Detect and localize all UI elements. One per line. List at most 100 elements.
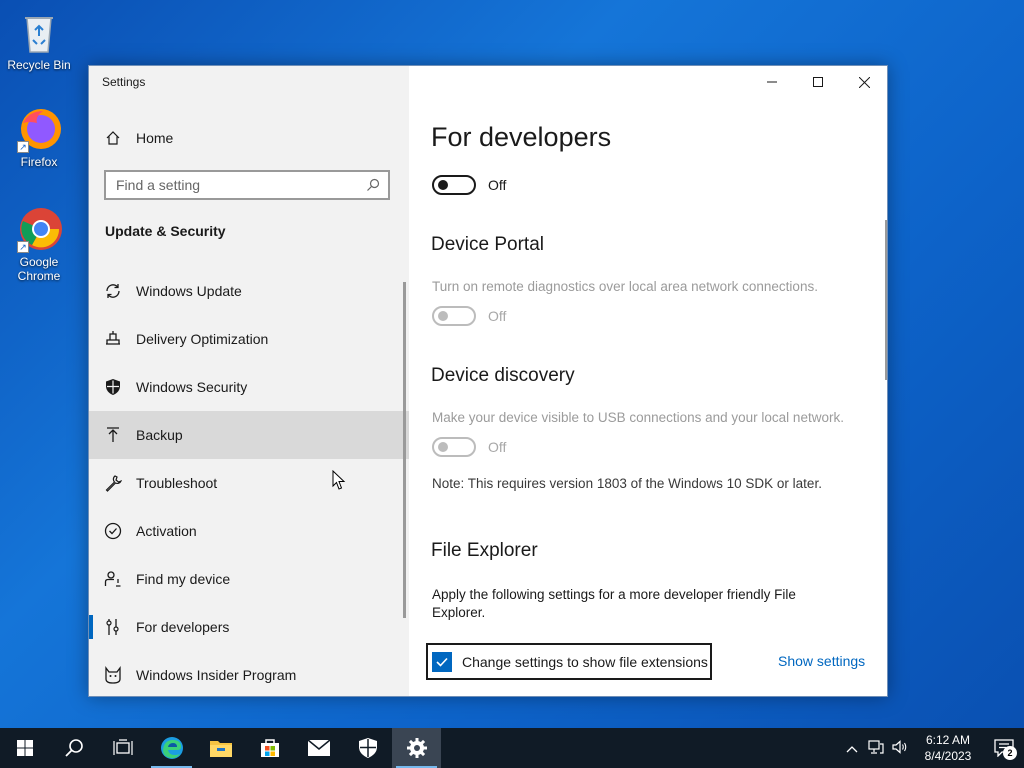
refresh-icon	[104, 282, 122, 300]
edge-icon	[160, 737, 183, 759]
notification-badge: 2	[1003, 746, 1017, 760]
backup-arrow-icon	[104, 426, 122, 444]
checkbox-label: Change settings to show file extensions	[462, 653, 708, 670]
check-circle-icon	[104, 522, 122, 540]
sidebar-item-activation[interactable]: Activation	[89, 507, 409, 555]
device-discovery-description: Make your device visible to USB connecti…	[432, 410, 844, 425]
desktop-icon-chrome[interactable]: ↗ Google Chrome	[6, 205, 72, 283]
content-pane: For developers Off Device Portal Turn on…	[409, 66, 887, 696]
taskbar-store[interactable]	[245, 728, 294, 768]
device-discovery-toggle-row: Off	[432, 437, 506, 457]
clock[interactable]: 6:12 AM 8/4/2023	[916, 732, 980, 764]
sidebar-item-label: Find my device	[136, 571, 231, 587]
device-discovery-heading: Device discovery	[431, 365, 575, 386]
device-portal-toggle-row: Off	[432, 306, 506, 326]
search-box[interactable]	[104, 170, 390, 200]
sidebar-item-windows-security[interactable]: Windows Security	[89, 363, 409, 411]
taskbar-windows-security[interactable]	[343, 728, 392, 768]
sidebar-item-label: Windows Update	[136, 283, 242, 299]
device-portal-toggle[interactable]	[432, 306, 476, 326]
sidebar-item-label: Windows Insider Program	[136, 667, 297, 683]
desktop-icon-firefox[interactable]: ↗ Firefox	[6, 105, 72, 169]
sidebar-item-label: For developers	[136, 619, 230, 635]
mail-icon	[307, 739, 330, 756]
search-icon	[367, 178, 380, 191]
device-portal-description: Turn on remote diagnostics over local ar…	[432, 279, 818, 294]
sidebar-item-label: Delivery Optimization	[136, 331, 269, 347]
sidebar-item-windows-update[interactable]: Windows Update	[89, 267, 409, 315]
toggle-state-label: Off	[488, 177, 507, 193]
file-explorer-icon	[209, 741, 232, 757]
taskbar-mail[interactable]	[294, 728, 343, 768]
developer-mode-toggle-row: Off	[432, 175, 506, 195]
security-shield-icon	[358, 738, 377, 758]
search-input[interactable]	[116, 177, 346, 193]
sdk-note: Note: This requires version 1803 of the …	[432, 476, 822, 491]
settings-window: Settings Home Update & Security Windows …	[88, 65, 888, 697]
toggle-state-label: Off	[488, 439, 507, 455]
sidebar-item-find-my-device[interactable]: Find my device	[89, 555, 409, 603]
search-icon	[64, 739, 83, 757]
page-title: For developers	[431, 122, 612, 152]
content-scrollbar[interactable]	[885, 220, 887, 380]
device-portal-heading: Device Portal	[431, 234, 544, 255]
nav-list: Windows Update Delivery Optimization Win…	[89, 267, 409, 696]
shield-icon	[104, 378, 122, 396]
checkmark-icon	[436, 657, 448, 667]
window-title: Settings	[102, 75, 146, 89]
system-tray: 6:12 AM 8/4/2023 2	[840, 728, 1024, 768]
chevron-up-icon[interactable]	[840, 741, 864, 756]
desktop-icon-label: Recycle Bin	[7, 58, 71, 72]
sidebar-item-label: Troubleshoot	[136, 475, 218, 491]
sidebar-scrollbar[interactable]	[403, 282, 406, 618]
desktop-icon-label: Google Chrome	[17, 255, 61, 283]
developer-tools-icon	[104, 618, 122, 636]
show-extensions-checkbox-row[interactable]: Change settings to show file extensions	[426, 643, 712, 680]
task-view-button[interactable]	[98, 728, 147, 768]
sidebar-item-backup[interactable]: Backup	[89, 411, 409, 459]
delivery-optimization-icon	[104, 330, 122, 348]
chrome-icon: ↗	[15, 205, 63, 253]
store-icon	[260, 739, 279, 757]
device-discovery-toggle[interactable]	[432, 437, 476, 457]
sidebar-item-troubleshoot[interactable]: Troubleshoot	[89, 459, 409, 507]
person-location-icon	[104, 570, 122, 588]
toggle-state-label: Off	[488, 308, 507, 324]
settings-gear-icon	[406, 738, 427, 758]
section-title: Update & Security	[105, 223, 226, 239]
checkbox[interactable]	[432, 651, 452, 672]
sidebar-item-windows-insider[interactable]: Windows Insider Program	[89, 651, 409, 696]
file-explorer-description: Apply the following settings for a more …	[432, 587, 796, 620]
taskbar-edge[interactable]	[147, 728, 196, 768]
task-view-icon	[112, 739, 133, 755]
sidebar-item-for-developers[interactable]: For developers	[89, 603, 409, 651]
desktop-icon-label: Firefox	[20, 155, 58, 169]
clock-date: 8/4/2023	[924, 749, 972, 763]
shortcut-arrow-icon: ↗	[17, 141, 29, 153]
firefox-icon: ↗	[15, 105, 63, 153]
wrench-icon	[104, 474, 122, 492]
home-icon	[106, 131, 120, 145]
insider-cat-icon	[104, 666, 122, 684]
sidebar-item-label: Windows Security	[136, 379, 248, 395]
start-button[interactable]	[0, 728, 49, 768]
mouse-cursor-icon	[332, 470, 346, 490]
show-settings-link[interactable]: Show settings	[778, 653, 865, 669]
sidebar-home[interactable]: Home	[89, 122, 409, 154]
home-label: Home	[136, 130, 174, 146]
sidebar-item-delivery-optimization[interactable]: Delivery Optimization	[89, 315, 409, 363]
recycle-bin-icon	[15, 8, 63, 56]
volume-icon[interactable]	[888, 739, 912, 757]
action-center-button[interactable]: 2	[984, 728, 1024, 768]
desktop-icon-recycle-bin[interactable]: Recycle Bin	[6, 8, 72, 72]
sidebar: Settings Home Update & Security Windows …	[89, 66, 409, 696]
developer-mode-toggle[interactable]	[432, 175, 476, 195]
taskbar-file-explorer[interactable]	[196, 728, 245, 768]
taskbar-search-button[interactable]	[49, 728, 98, 768]
taskbar-settings[interactable]	[392, 728, 441, 768]
network-icon[interactable]	[864, 739, 888, 757]
windows-start-icon	[16, 740, 33, 756]
file-explorer-heading: File Explorer	[431, 540, 538, 561]
sidebar-item-label: Backup	[136, 427, 183, 443]
clock-time: 6:12 AM	[925, 733, 971, 747]
